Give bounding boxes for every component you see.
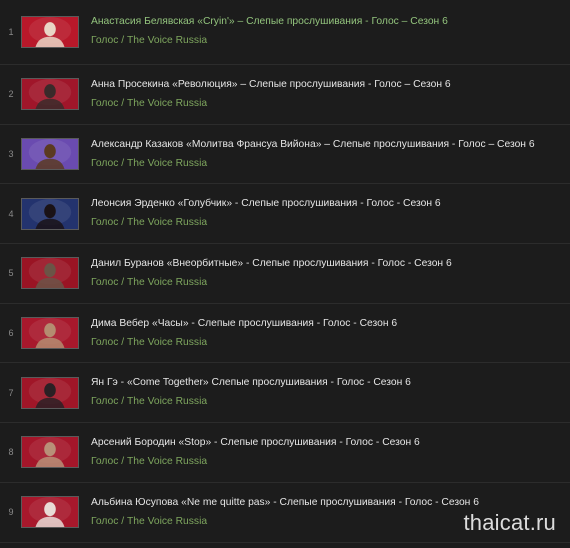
item-index: 2 xyxy=(8,89,14,100)
item-index: 5 xyxy=(8,268,14,279)
playlist-item[interactable]: 6 Дима Вебер «Часы» - Слепые прослушиван… xyxy=(0,304,570,364)
video-thumbnail[interactable] xyxy=(21,496,79,529)
video-title[interactable]: Альбина Юсупова «Ne me quitte pas» - Сле… xyxy=(91,497,564,508)
video-thumbnail[interactable] xyxy=(21,138,79,171)
thumbnail-image xyxy=(22,139,78,170)
channel-name[interactable]: Голос / The Voice Russia xyxy=(91,516,207,527)
video-title[interactable]: Анна Просекина «Революция» – Слепые прос… xyxy=(91,79,564,90)
channel-name[interactable]: Голос / The Voice Russia xyxy=(91,217,207,228)
thumbnail-image xyxy=(22,79,78,110)
video-title[interactable]: Дима Вебер «Часы» - Слепые прослушивания… xyxy=(91,318,564,329)
channel-name[interactable]: Голос / The Voice Russia xyxy=(91,277,207,288)
item-index: 7 xyxy=(8,387,14,398)
performer-head xyxy=(44,144,56,159)
channel-name[interactable]: Голос / The Voice Russia xyxy=(91,98,207,109)
playlist-item[interactable]: 5 Данил Буранов «Внеорбитные» - Слепые п… xyxy=(0,244,570,304)
video-thumbnail[interactable] xyxy=(21,78,79,111)
thumbnail-image xyxy=(22,258,78,289)
performer-head xyxy=(44,382,56,397)
video-title[interactable]: Арсений Бородин «Stop» - Слепые прослуши… xyxy=(91,437,564,448)
item-index: 6 xyxy=(8,328,14,339)
playlist-item[interactable]: 7 Ян Гэ - «Come Together» Слепые прослуш… xyxy=(0,363,570,424)
video-title[interactable]: Данил Буранов «Внеорбитные» - Слепые про… xyxy=(91,258,564,269)
item-index: 3 xyxy=(8,149,14,160)
video-title[interactable]: Леонсия Эрденко «Голубчик» - Слепые прос… xyxy=(91,198,564,209)
thumbnail-image xyxy=(22,437,78,468)
thumbnail-image xyxy=(22,198,78,229)
channel-name[interactable]: Голос / The Voice Russia xyxy=(91,35,207,46)
performer-head xyxy=(44,442,56,457)
video-thumbnail[interactable] xyxy=(21,436,79,469)
item-index: 4 xyxy=(8,208,14,219)
video-thumbnail[interactable] xyxy=(21,317,79,350)
video-thumbnail[interactable] xyxy=(21,257,79,290)
performer-head xyxy=(44,263,56,278)
video-title[interactable]: Ян Гэ - «Come Together» Слепые прослушив… xyxy=(91,377,564,388)
playlist-item[interactable]: 1 Анастасия Белявская «Cryin'» – Слепые … xyxy=(0,0,570,65)
item-index: 1 xyxy=(8,27,14,37)
performer-head xyxy=(44,323,56,338)
video-thumbnail[interactable] xyxy=(21,16,79,48)
playlist-item[interactable]: 4 Леонсия Эрденко «Голубчик» - Слепые пр… xyxy=(0,184,570,245)
video-thumbnail[interactable] xyxy=(21,376,79,409)
performer-head xyxy=(44,84,56,99)
video-title[interactable]: Александр Казаков «Молитва Франсуа Вийон… xyxy=(91,139,564,150)
performer-head xyxy=(44,22,56,37)
performer-head xyxy=(44,502,56,517)
performer-head xyxy=(44,203,56,218)
thumbnail-image xyxy=(22,377,78,408)
video-thumbnail[interactable] xyxy=(21,197,79,230)
channel-name[interactable]: Голос / The Voice Russia xyxy=(91,158,207,169)
channel-name[interactable]: Голос / The Voice Russia xyxy=(91,337,207,348)
channel-name[interactable]: Голос / The Voice Russia xyxy=(91,396,207,407)
playlist-item[interactable]: 2 Анна Просекина «Революция» – Слепые пр… xyxy=(0,65,570,125)
item-index: 9 xyxy=(8,507,14,518)
playlist-item[interactable]: 3 Александр Казаков «Молитва Франсуа Вий… xyxy=(0,125,570,185)
channel-name[interactable]: Голос / The Voice Russia xyxy=(91,456,207,467)
playlist-item[interactable]: 8 Арсений Бородин «Stop» - Слепые прослу… xyxy=(0,423,570,483)
site-watermark: thaicat.ru xyxy=(463,510,556,535)
item-index: 8 xyxy=(8,447,14,458)
playlist: 1 Анастасия Белявская «Cryin'» – Слепые … xyxy=(0,0,570,543)
thumbnail-image xyxy=(22,497,78,528)
video-title[interactable]: Анастасия Белявская «Cryin'» – Слепые пр… xyxy=(91,16,564,27)
thumbnail-image xyxy=(22,318,78,349)
thumbnail-image xyxy=(22,17,78,47)
